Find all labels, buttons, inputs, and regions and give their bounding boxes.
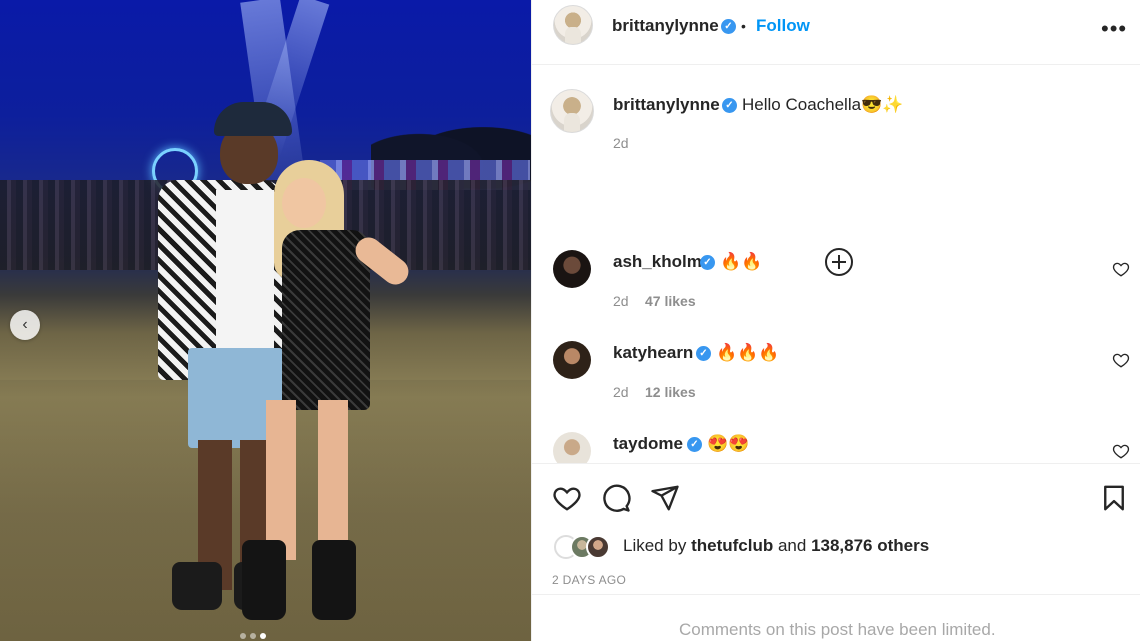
verified-badge-icon: ✓ — [721, 19, 736, 34]
person-right — [242, 160, 422, 630]
liked-by-conj: and — [777, 536, 807, 555]
post-actions: Liked by thetufclub and 138,876 others 2… — [532, 463, 1140, 641]
post-side-panel: brittanylynne ✓ • Follow ••• brittanylyn… — [531, 0, 1140, 641]
comment-text: 🔥🔥🔥 — [716, 343, 780, 362]
separator-dot: • — [741, 18, 746, 34]
share-icon[interactable] — [650, 483, 680, 513]
carousel-dot-active — [260, 633, 266, 639]
caption-author-username[interactable]: brittanylynne — [613, 95, 720, 115]
comment-avatar[interactable] — [553, 341, 591, 379]
post-header: brittanylynne ✓ • Follow ••• — [532, 0, 1140, 65]
comment-text: 🔥🔥 — [720, 252, 763, 271]
comment-age: 2d — [613, 384, 629, 400]
comment-likes-count[interactable]: 47 likes — [645, 293, 696, 309]
liked-by-user-link[interactable]: thetufclub — [691, 536, 773, 555]
carousel-dots — [240, 633, 266, 639]
comment-avatar[interactable] — [553, 432, 591, 463]
comment-likes[interactable]: 12 likes — [645, 384, 696, 400]
comments-list[interactable]: brittanylynne ✓ Hello Coachella😎✨ 2d ash… — [532, 65, 1140, 463]
author-avatar[interactable] — [553, 5, 593, 45]
liked-by-others-link[interactable]: 138,876 others — [811, 536, 929, 555]
comment-like-heart-icon[interactable] — [1112, 351, 1130, 369]
post-timestamp[interactable]: 2 DAYS AGO — [552, 573, 626, 587]
verified-badge-icon: ✓ — [687, 437, 702, 452]
caption-author-avatar[interactable] — [550, 89, 594, 133]
verified-badge-icon: ✓ — [722, 98, 737, 113]
plus-circle-icon[interactable] — [824, 247, 854, 277]
comment-icon[interactable] — [601, 483, 631, 513]
comment-age: 2d — [613, 293, 629, 309]
liked-by-prefix: Liked by — [623, 536, 687, 555]
comment-like-heart-icon[interactable] — [1112, 260, 1130, 278]
heart-icon[interactable] — [552, 483, 582, 513]
comment-like-heart-icon[interactable] — [1112, 442, 1130, 460]
caption-text: Hello Coachella😎✨ — [742, 95, 903, 115]
comment-username[interactable]: ash_kholm — [613, 252, 702, 272]
bookmark-icon[interactable] — [1099, 483, 1129, 513]
comment-avatar[interactable] — [553, 250, 591, 288]
carousel-prev-button[interactable]: ‹ — [10, 310, 40, 340]
comment-username[interactable]: katyhearn — [613, 343, 693, 363]
liked-by-text: Liked by thetufclub and 138,876 others — [623, 536, 929, 556]
carousel-dot — [250, 633, 256, 639]
verified-badge-icon: ✓ — [700, 255, 715, 270]
comment-text: 😍😍 — [707, 434, 750, 453]
comments-limited-text: Comments on this post have been limited. — [679, 620, 996, 639]
comments-limited-notice: Comments on this post have been limited. — [532, 594, 1140, 641]
liker-avatar — [586, 535, 610, 559]
caption-emoji: 😎✨ — [861, 95, 904, 114]
comment-likes[interactable]: 47 likes — [645, 293, 696, 309]
caption-age: 2d — [613, 135, 629, 151]
more-options-icon[interactable]: ••• — [1101, 16, 1127, 42]
carousel-dot — [240, 633, 246, 639]
liked-by-avatars[interactable] — [554, 535, 620, 559]
follow-button[interactable]: Follow — [756, 16, 810, 36]
chevron-left-icon: ‹ — [22, 316, 28, 333]
comment-username[interactable]: taydome — [613, 434, 683, 454]
author-username[interactable]: brittanylynne — [612, 16, 719, 36]
comment-likes-count[interactable]: 12 likes — [645, 384, 696, 400]
verified-badge-icon: ✓ — [696, 346, 711, 361]
post-photo[interactable]: ‹ — [0, 0, 531, 641]
caption-body: Hello Coachella — [742, 95, 862, 114]
